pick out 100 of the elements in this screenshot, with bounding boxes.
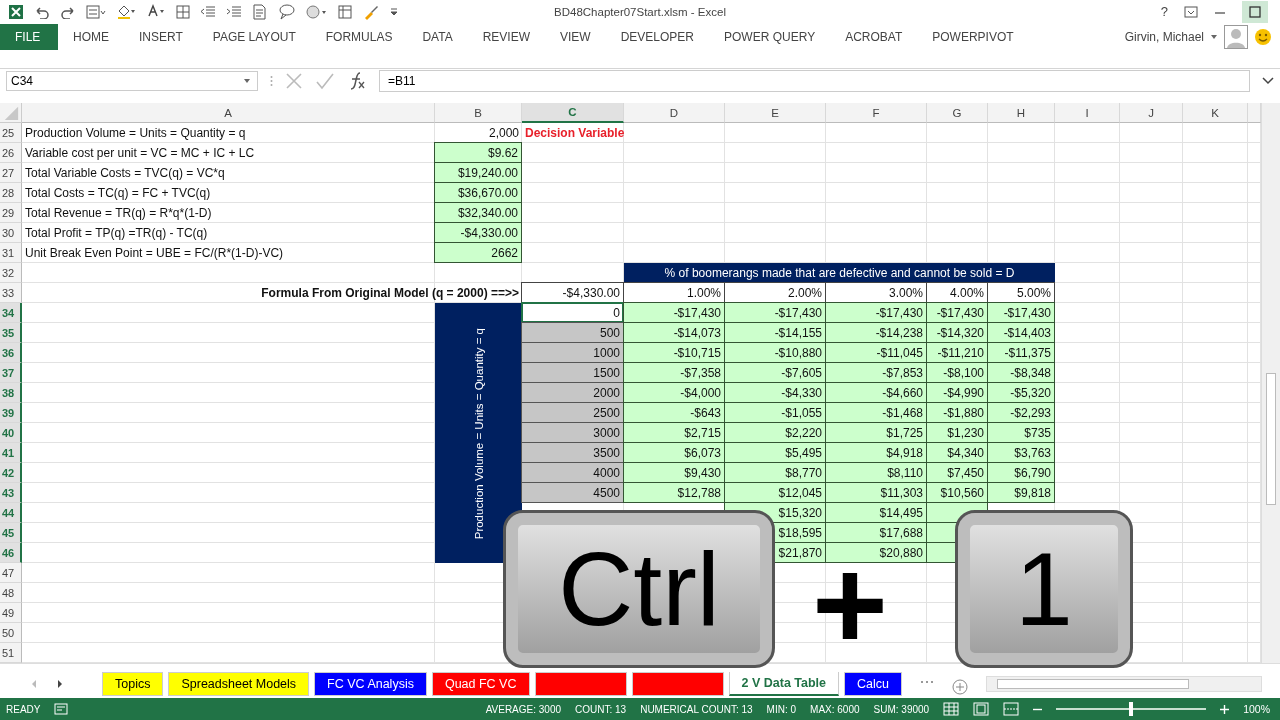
table-icon[interactable] (338, 4, 352, 19)
macro-record-icon[interactable] (54, 703, 69, 716)
zoom-in-icon[interactable] (1220, 704, 1230, 714)
ribbon-tab[interactable]: PAGE LAYOUT (197, 23, 311, 50)
horizontal-scrollbar[interactable] (986, 676, 1262, 693)
row-header[interactable]: 48 (0, 583, 22, 604)
sheet-tab[interactable] (534, 672, 627, 697)
column-header[interactable]: F (826, 103, 927, 124)
ribbon-tab[interactable]: DEVELOPER (605, 23, 709, 50)
row-header[interactable]: 38 (0, 383, 22, 404)
row-header[interactable]: 25 (0, 123, 22, 144)
user-name[interactable]: Girvin, Michael (1124, 29, 1204, 44)
row-header[interactable]: 46 (0, 543, 22, 564)
row-header[interactable]: 41 (0, 443, 22, 464)
help-button[interactable]: ? (1160, 4, 1168, 20)
status-stat[interactable]: MIN: 0 (766, 703, 797, 715)
column-header[interactable]: C (522, 103, 624, 124)
column-header[interactable]: D (624, 103, 725, 124)
row-header[interactable]: 39 (0, 403, 22, 424)
column-header[interactable]: B (435, 103, 522, 124)
sheet-tab[interactable] (631, 672, 724, 697)
ribbon-tab[interactable]: FORMULAS (310, 23, 408, 50)
row-header[interactable]: 33 (0, 283, 22, 304)
row-header[interactable]: 36 (0, 343, 22, 364)
new-sheet-icon[interactable] (952, 679, 968, 696)
ribbon-tab[interactable]: POWER QUERY (709, 23, 831, 50)
row-header[interactable]: 50 (0, 623, 22, 644)
column-header[interactable]: K (1183, 103, 1248, 124)
form-icon[interactable] (86, 4, 106, 19)
row-header[interactable]: 44 (0, 503, 22, 524)
status-stat[interactable]: MAX: 6000 (810, 703, 860, 715)
next-sheet-icon[interactable] (56, 679, 64, 690)
formula-field[interactable]: =B11 (379, 69, 1250, 92)
spreadsheet-app-icon[interactable] (8, 3, 24, 20)
row-header[interactable]: 51 (0, 643, 22, 664)
row-header[interactable]: 35 (0, 323, 22, 344)
column-header[interactable]: E (725, 103, 826, 124)
decrease-indent-icon[interactable] (200, 4, 216, 19)
sheet-tab[interactable]: FC VC Analysis (314, 672, 427, 697)
row-header[interactable]: 45 (0, 523, 22, 544)
smiley-icon[interactable] (1254, 27, 1272, 46)
row-header[interactable]: 37 (0, 363, 22, 384)
row-header[interactable]: 42 (0, 463, 22, 484)
row-header[interactable]: 31 (0, 243, 22, 264)
avatar-icon[interactable] (1224, 24, 1248, 49)
row-header[interactable]: 26 (0, 143, 22, 164)
status-stat[interactable]: NUMERICAL COUNT: 13 (640, 703, 753, 715)
table-cell[interactable]: 4500 (521, 482, 624, 504)
customize-caret-icon[interactable] (390, 6, 398, 17)
borders-icon[interactable] (176, 4, 190, 19)
ribbon-tab[interactable]: ACROBAT (830, 23, 918, 50)
row-header[interactable]: 27 (0, 163, 22, 184)
ribbon-tab[interactable]: REVIEW (467, 23, 545, 50)
ribbon-tab[interactable]: VIEW (545, 23, 606, 50)
column-header[interactable]: G (927, 103, 988, 124)
sheet-tab[interactable]: 2 V Data Table (728, 672, 840, 697)
file-tab[interactable]: FILE (0, 23, 58, 50)
column-header[interactable]: J (1120, 103, 1183, 124)
document-icon[interactable] (252, 3, 268, 20)
zoom-level[interactable]: 100% (1243, 703, 1270, 716)
status-stat[interactable]: SUM: 39000 (873, 703, 930, 715)
row-header[interactable]: 29 (0, 203, 22, 224)
maximize-button[interactable] (1242, 0, 1268, 23)
sheet-tab[interactable]: Quad FC VC (431, 672, 530, 697)
row-header[interactable]: 43 (0, 483, 22, 504)
circle-icon[interactable] (306, 4, 328, 19)
row-header[interactable]: 34 (0, 303, 22, 324)
status-stat[interactable]: AVERAGE: 3000 (485, 703, 562, 715)
ribbon-tab[interactable]: HOME (58, 23, 124, 50)
ribbon-tab[interactable]: INSERT (124, 23, 198, 50)
ribbon-display-icon[interactable] (1184, 5, 1198, 18)
column-header[interactable]: A (22, 103, 435, 124)
row-header[interactable]: 28 (0, 183, 22, 204)
row-header[interactable]: 40 (0, 423, 22, 444)
row-header[interactable]: 47 (0, 563, 22, 584)
page-layout-icon[interactable] (973, 702, 990, 717)
ribbon-tab[interactable]: DATA (407, 23, 468, 50)
row-header[interactable]: 32 (0, 263, 22, 284)
caret-icon[interactable] (1210, 33, 1218, 40)
sheet-tab[interactable]: Spreadsheet Models (168, 672, 310, 697)
undo-icon[interactable] (34, 4, 50, 19)
vertical-scrollbar[interactable] (1261, 103, 1280, 664)
scroll-thumb[interactable] (997, 679, 1189, 690)
scroll-thumb[interactable] (1266, 373, 1276, 506)
normal-view-icon[interactable] (943, 702, 960, 717)
row-header[interactable]: 30 (0, 223, 22, 244)
ribbon-tab[interactable]: POWERPIVOT (917, 23, 1029, 50)
increase-indent-icon[interactable] (226, 4, 242, 19)
paint-bucket-icon[interactable] (116, 3, 136, 20)
redo-icon[interactable] (60, 4, 76, 19)
speech-bubble-icon[interactable] (278, 3, 296, 20)
column-header[interactable]: I (1055, 103, 1120, 124)
check-icon[interactable] (315, 71, 335, 90)
sheet-tab[interactable]: Topics (102, 672, 164, 697)
maximize-icon[interactable] (1249, 5, 1261, 18)
sheet-tab[interactable]: Calcu (844, 672, 902, 697)
caret-icon[interactable] (243, 77, 251, 84)
column-header[interactable]: H (988, 103, 1055, 124)
name-box[interactable]: C34 (6, 70, 258, 91)
more-tabs-icon[interactable] (920, 679, 934, 686)
